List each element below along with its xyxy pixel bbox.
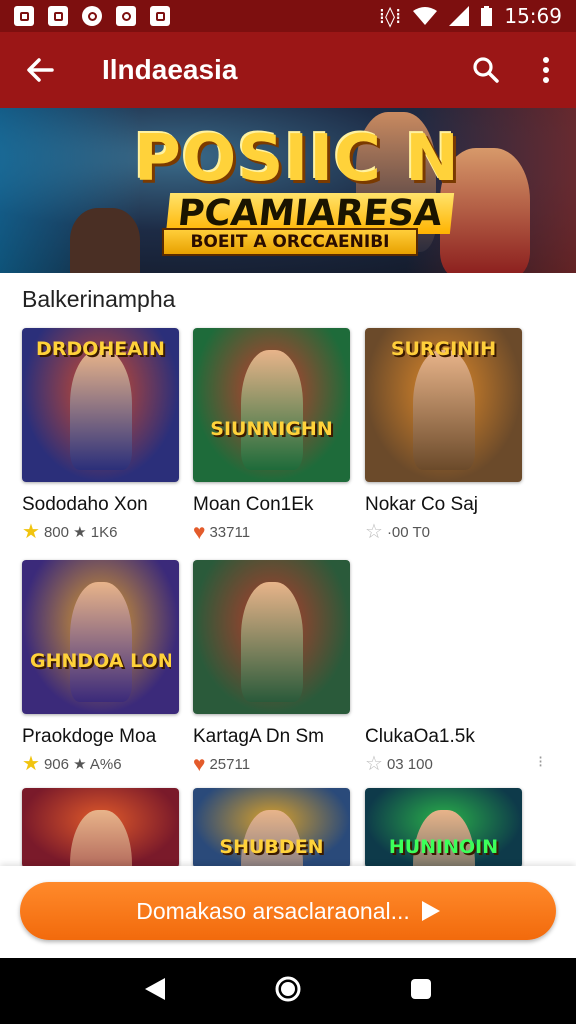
- game-rating-text: 33711: [209, 524, 251, 541]
- download-button-label: Domakaso arsaclaraonal...: [136, 897, 410, 924]
- game-character: [241, 582, 303, 702]
- game-thumbnail-title: SIUNNIGHN: [210, 418, 333, 440]
- star-outline-icon: ☆: [365, 753, 383, 775]
- game-thumbnail[interactable]: [22, 788, 179, 868]
- signal-icon: [449, 6, 470, 26]
- featured-banner[interactable]: POSIIC N PCAMIARESA BOEIT A ORCCAENIBI: [0, 108, 576, 273]
- game-thumbnail-title: HUNINOIN: [388, 836, 499, 858]
- game-thumbnail[interactable]: SURGINIH: [365, 328, 522, 482]
- back-button[interactable]: [0, 32, 80, 108]
- messenger-icon: [82, 6, 102, 26]
- game-thumbnail[interactable]: HUNINOIN: [365, 788, 522, 868]
- game-rating-text: 800 ★ 1K6: [43, 524, 118, 541]
- game-rating: ♥ 33711: [193, 522, 250, 543]
- search-icon: [473, 57, 499, 83]
- notification-icons: [14, 6, 170, 26]
- nav-recents-icon: [411, 978, 432, 999]
- battery-icon: [481, 6, 493, 26]
- game-rating: ☆ ·00 T0: [365, 522, 430, 542]
- game-thumbnail-title: SURGINIH: [390, 338, 497, 360]
- more-vert-icon: [543, 57, 549, 83]
- nav-home-button[interactable]: [274, 975, 302, 1008]
- instagram-icon: [116, 6, 136, 26]
- banner-title: POSIIC N: [134, 122, 460, 196]
- game-name[interactable]: Nokar Co Saj: [365, 494, 478, 516]
- nav-home-icon: [275, 976, 301, 1001]
- game-rating-text: 906 ★ A%6: [43, 756, 122, 773]
- game-name[interactable]: KartagA Dn Sm: [193, 726, 324, 748]
- image-icon: [14, 6, 34, 26]
- game-name[interactable]: Praokdoge Moa: [22, 726, 156, 748]
- game-thumbnail[interactable]: GHNDOA LONDSSS: [22, 560, 179, 714]
- chat-icon: [150, 6, 170, 26]
- game-rating-text: ·00 T0: [386, 523, 431, 541]
- status-bar: ⁞◊⁞ 15:69: [0, 0, 576, 32]
- page-title: Ilndaeasia: [102, 54, 238, 85]
- game-rating: ★ 800 ★ 1K6: [22, 522, 117, 542]
- game-rating: ☆ 03 100: [365, 754, 433, 774]
- game-thumbnail[interactable]: SHUBDEN: [193, 788, 350, 868]
- game-name[interactable]: ClukaOa1.5k: [365, 726, 475, 748]
- banner-character-left: [70, 208, 140, 273]
- game-rating: ★ 906 ★ A%6: [22, 754, 122, 774]
- game-character: [70, 350, 132, 470]
- vibrate-icon: ⁞◊⁞: [378, 4, 402, 28]
- arrow-left-icon: [27, 58, 54, 82]
- download-button[interactable]: Domakaso arsaclaraonal...: [20, 882, 556, 940]
- game-thumbnail-title: DRDOHEAIN: [36, 338, 165, 360]
- game-rating-text: 03 100: [386, 755, 433, 773]
- play-icon: [421, 901, 440, 921]
- game-name[interactable]: Sododaho Xon: [22, 494, 148, 516]
- chart-icon: [48, 6, 68, 26]
- game-character: [70, 582, 132, 702]
- clock: 15:69: [504, 4, 562, 28]
- status-indicators: ⁞◊⁞ 15:69: [379, 4, 562, 28]
- game-character: [70, 810, 132, 868]
- wifi-icon: [413, 7, 438, 25]
- game-rating-text: 25711: [209, 756, 251, 773]
- star-icon: ★: [22, 521, 40, 543]
- game-character: [241, 350, 303, 470]
- nav-back-button[interactable]: [144, 977, 165, 1005]
- game-character: [413, 350, 475, 470]
- game-thumbnail-title: SHUBDEN: [219, 836, 324, 858]
- heart-icon: ♥: [193, 753, 206, 776]
- game-name[interactable]: Moan Con1Ek: [193, 494, 313, 516]
- banner-ribbon: BOEIT A ORCCAENIBI: [162, 228, 418, 256]
- game-rating: ♥ 25711: [193, 754, 250, 775]
- search-button[interactable]: [456, 32, 516, 108]
- overflow-menu-button[interactable]: [516, 32, 576, 108]
- section-title: Balkerinampha: [22, 286, 176, 312]
- item-more-icon[interactable]: ⁝: [538, 752, 543, 772]
- system-nav-bar: [0, 958, 576, 1024]
- star-outline-icon: ☆: [365, 521, 383, 543]
- heart-icon: ♥: [193, 521, 206, 544]
- game-thumbnail[interactable]: [193, 560, 350, 714]
- game-thumbnail-title: GHNDOA LONDSSS: [30, 650, 171, 672]
- app-bar: Ilndaeasia: [0, 32, 576, 108]
- game-thumbnail[interactable]: DRDOHEAIN: [22, 328, 179, 482]
- star-icon: ★: [22, 753, 40, 775]
- nav-back-icon: [144, 977, 165, 1000]
- game-thumbnail[interactable]: SIUNNIGHN: [193, 328, 350, 482]
- nav-recents-button[interactable]: [411, 978, 432, 1004]
